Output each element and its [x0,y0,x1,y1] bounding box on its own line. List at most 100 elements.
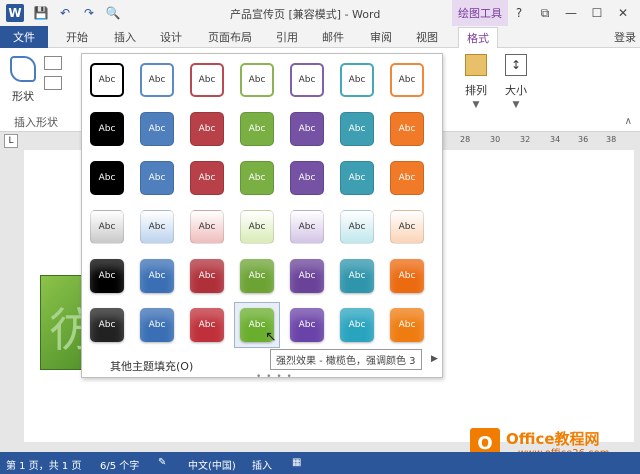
tab-design[interactable]: 设计 [160,29,182,45]
style-swatch[interactable]: Abc [240,210,274,244]
tab-view[interactable]: 视图 [416,29,438,45]
style-swatch[interactable]: Abc [390,161,424,195]
style-swatch[interactable]: Abc [140,63,174,97]
style-swatch[interactable]: Abc [240,161,274,195]
style-swatch[interactable]: Abc [190,63,224,97]
ruler-mark: 38 [606,135,617,144]
style-swatch[interactable]: Abc [140,308,174,342]
tab-insert[interactable]: 插入 [114,29,136,45]
collapse-ribbon-icon[interactable]: ∧ [625,116,632,127]
quick-access-toolbar: 💾 ↶ ↷ 🔍 [32,4,128,22]
style-swatch[interactable]: Abc [140,210,174,244]
shapes-label: 形状 [12,90,34,103]
redo-icon[interactable]: ↷ [80,4,98,22]
chevron-down-icon: ▼ [472,100,480,110]
size-label: 大小 [505,84,527,97]
help-button[interactable]: ? [508,3,530,23]
shapes-button[interactable]: 形状 [6,56,40,104]
style-swatch[interactable]: Abc [190,210,224,244]
style-swatch[interactable]: Abc [390,259,424,293]
style-swatch[interactable]: Abc [340,112,374,146]
style-swatch[interactable]: Abc [290,63,324,97]
resize-grip-icon[interactable]: • • • • [256,372,293,382]
group-insert-shapes: 插入形状 [14,116,58,129]
style-swatch[interactable]: Abc [340,63,374,97]
style-swatch[interactable]: Abc [190,308,224,342]
arrange-button[interactable]: 排列 ▼ [458,54,494,110]
style-swatch[interactable]: Abc [140,259,174,293]
minimize-button[interactable]: — [560,3,582,23]
close-button[interactable]: ✕ [612,3,634,23]
status-bar: 第 1 页，共 1 页 6/5 个字 ✎ 中文(中国) 插入 ▦ [0,452,640,474]
style-swatch[interactable]: Abc [190,259,224,293]
login-link[interactable]: 登录 [614,29,636,45]
style-swatch[interactable]: Abc [90,259,124,293]
style-swatch[interactable]: Abc [90,308,124,342]
style-swatch[interactable]: Abc [240,112,274,146]
print-preview-icon[interactable]: 🔍 [104,4,122,22]
style-swatch[interactable]: Abc [90,161,124,195]
vertical-ruler[interactable] [0,150,18,442]
style-swatch[interactable]: Abc [290,161,324,195]
style-swatch[interactable]: Abc [140,161,174,195]
style-swatch[interactable]: Abc [190,112,224,146]
style-swatch[interactable]: Abc [340,259,374,293]
tab-selector[interactable]: L [4,134,18,148]
ribbon-display-button[interactable]: ⧉ [534,3,556,23]
style-swatch[interactable]: Abc [390,112,424,146]
style-swatch[interactable]: Abc [290,112,324,146]
style-swatch[interactable]: Abc [340,210,374,244]
tab-mailings[interactable]: 邮件 [322,29,344,45]
window-controls: ? ⧉ — ☐ ✕ [504,3,634,23]
more-theme-fills-button[interactable]: 其他主题填充(O) [110,358,193,374]
ruler-mark: 34 [550,135,561,144]
insert-shape-tools [44,56,62,96]
maximize-button[interactable]: ☐ [586,3,608,23]
proofing-icon[interactable]: ✎ [158,457,166,468]
style-tooltip: 强烈效果 - 橄榄色，强调颜色 3 [270,349,422,370]
arrange-label: 排列 [465,84,487,97]
style-swatch[interactable]: Abc [290,308,324,342]
style-swatch[interactable]: Abc [290,210,324,244]
page-count[interactable]: 第 1 页，共 1 页 [6,457,81,472]
tab-file[interactable]: 文件 [0,26,48,48]
style-swatch[interactable]: Abc [390,210,424,244]
tab-references[interactable]: 引用 [276,29,298,45]
word-app-icon: W [6,4,24,22]
tab-format[interactable]: 格式 [458,27,498,49]
arrange-icon [465,54,487,76]
scroll-right-icon[interactable]: ▶ [431,354,438,364]
style-swatch[interactable]: Abc [190,161,224,195]
language-indicator[interactable]: 中文(中国) [188,457,236,472]
style-swatch[interactable]: Abc [240,259,274,293]
style-swatch[interactable]: Abc [240,63,274,97]
style-swatch[interactable]: Abc [90,210,124,244]
tab-review[interactable]: 审阅 [370,29,392,45]
ruler-mark: 30 [490,135,501,144]
ruler-mark: 36 [578,135,589,144]
ruler-mark: 32 [520,135,531,144]
style-swatch[interactable]: Abc [390,308,424,342]
size-icon: ↕ [505,54,527,76]
size-button[interactable]: ↕ 大小 ▼ [498,54,534,110]
edit-shape-icon[interactable] [44,56,62,70]
word-count[interactable]: 6/5 个字 [100,457,139,472]
insert-mode[interactable]: 插入 [252,457,272,472]
undo-icon[interactable]: ↶ [56,4,74,22]
tab-layout[interactable]: 页面布局 [208,29,252,45]
style-swatch[interactable]: Abc [90,63,124,97]
title-bar: W 💾 ↶ ↷ 🔍 产品宣传页 [兼容模式] - Word 绘图工具 ? ⧉ —… [0,0,640,26]
tab-home[interactable]: 开始 [66,29,88,45]
macro-icon[interactable]: ▦ [292,457,301,468]
style-swatch[interactable]: Abc [90,112,124,146]
save-icon[interactable]: 💾 [32,4,50,22]
chevron-down-icon: ▼ [512,100,520,110]
text-box-icon[interactable] [44,76,62,90]
style-swatch[interactable]: Abc [290,259,324,293]
shapes-icon [10,56,36,82]
style-swatch[interactable]: Abc [390,63,424,97]
style-swatch[interactable]: Abc [340,308,374,342]
style-swatch[interactable]: Abc [340,161,374,195]
style-swatch[interactable]: Abc [140,112,174,146]
mouse-cursor-icon: ↖ [265,329,277,345]
